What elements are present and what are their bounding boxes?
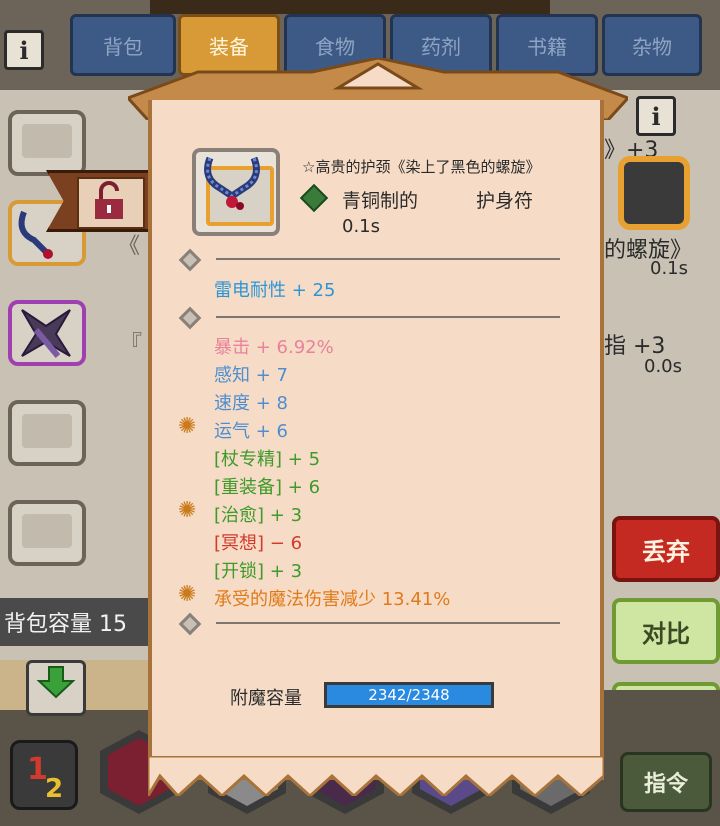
amulet-icon: [204, 156, 260, 210]
stat-line: [开锁] + 3: [214, 561, 303, 582]
legendary-swirl-icon: ✺: [178, 582, 197, 607]
sort-one-two-icon: 1 2: [27, 752, 63, 804]
sort-button[interactable]: 1 2: [10, 740, 78, 810]
unlock-icon: [95, 181, 123, 219]
enchant-capacity-label: 附魔容量: [230, 688, 302, 709]
info-icon: i: [19, 35, 29, 65]
item-cooldown: 0.1s: [342, 216, 381, 237]
stat-line: [冥想] − 6: [214, 533, 303, 554]
stat-line: 承受的魔法伤害减少 13.41%: [214, 589, 451, 610]
stat-line: 雷电耐性 + 25: [214, 280, 336, 301]
right-item-time-2: 0.0s: [644, 356, 683, 377]
stat-line: [治愈] + 3: [214, 505, 303, 526]
info-icon: i: [651, 101, 661, 131]
left-peek-bracket-1: 《: [118, 234, 141, 259]
deposit-button[interactable]: [26, 660, 86, 716]
svg-text:2: 2: [45, 774, 63, 804]
compare-button[interactable]: 对比: [612, 598, 720, 664]
stat-line: 暴击 + 6.92%: [214, 337, 334, 358]
item-slot-3[interactable]: [8, 300, 86, 366]
panel-zigzag-bottom: [148, 756, 604, 796]
separator-line: [216, 622, 560, 624]
separator-line: [216, 258, 560, 260]
left-peek-bracket-2: 『: [120, 332, 143, 357]
item-material: 青铜制的: [342, 190, 419, 212]
item-icon-frame: [192, 148, 280, 236]
item-slot-1[interactable]: [8, 110, 86, 176]
legendary-swirl-icon: ✺: [178, 414, 197, 439]
separator-line: [216, 316, 560, 318]
download-arrow-icon: [36, 666, 76, 699]
right-item-time-1: 0.1s: [650, 258, 689, 279]
stat-line: 速度 + 8: [214, 393, 288, 414]
item-type: 护身符: [476, 190, 534, 212]
stat-line: [杖专精] + 5: [214, 449, 321, 470]
stat-line: [重装备] + 6: [214, 477, 321, 498]
info-button-right[interactable]: i: [636, 96, 676, 136]
backpack-capacity: 背包容量 15: [0, 598, 150, 646]
equip-slot-frame[interactable]: [618, 156, 690, 230]
legendary-swirl-icon: ✺: [178, 498, 197, 523]
enchant-capacity-value: 2342/2348: [368, 686, 450, 704]
item-full-name: ☆高贵的护颈《染上了黑色的螺旋》: [302, 158, 541, 176]
stat-line: 运气 + 6: [214, 421, 288, 442]
axe-icon: [21, 309, 71, 358]
enchant-capacity-bar: 2342/2348: [324, 682, 494, 708]
item-slot-4[interactable]: [8, 400, 86, 466]
top-strip-decoration: [150, 0, 550, 14]
item-slot-5[interactable]: [8, 500, 86, 566]
discard-button[interactable]: 丢弃: [612, 516, 720, 582]
stat-line: 感知 + 7: [214, 365, 288, 386]
command-button[interactable]: 指令: [620, 752, 712, 812]
info-button[interactable]: i: [4, 30, 44, 70]
